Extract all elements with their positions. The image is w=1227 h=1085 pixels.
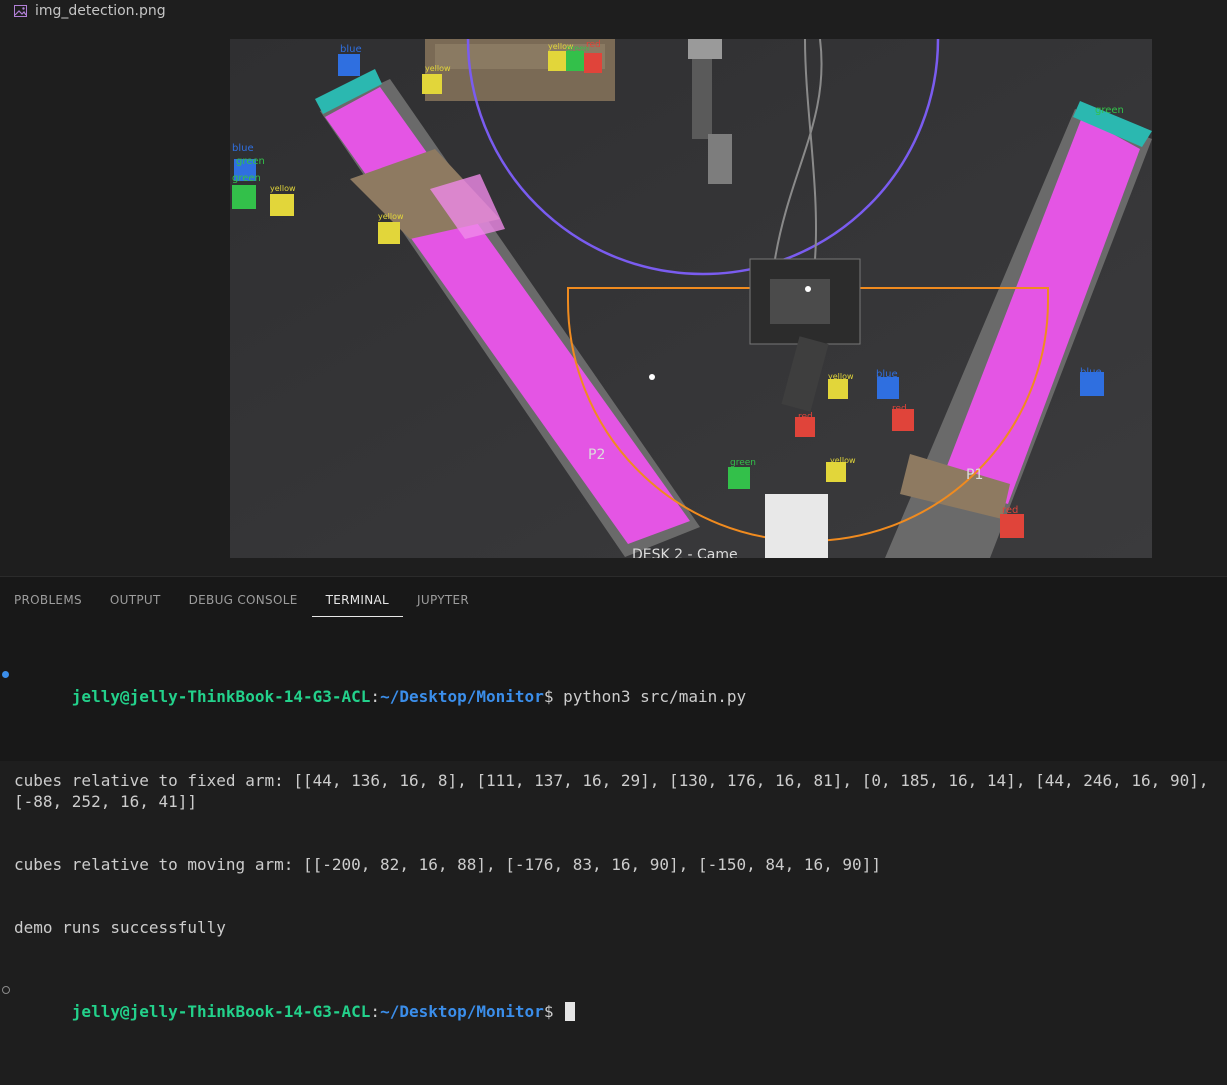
- camera-overlay-text: DESK 2 - Came: [632, 547, 738, 558]
- bottom-panel: PROBLEMS OUTPUT DEBUG CONSOLE TERMINAL J…: [0, 576, 1227, 1021]
- cube-label: green: [1095, 105, 1124, 116]
- image-tab[interactable]: img_detection.png: [14, 2, 166, 20]
- fixed-arm-base: [688, 39, 722, 59]
- prompt-separator: :: [370, 1002, 381, 1021]
- paper-sheet: [765, 494, 828, 558]
- prompt-end: $: [543, 1002, 564, 1021]
- cube: [1000, 514, 1024, 538]
- cube: [728, 467, 750, 489]
- prompt-user: jelly@jelly-ThinkBook-14-G3-ACL: [71, 687, 371, 706]
- cube-label: green: [730, 458, 756, 468]
- cube-label: green: [232, 173, 261, 184]
- cube: [422, 74, 442, 94]
- image-file-icon: [14, 5, 27, 17]
- terminal-cursor: [565, 1002, 576, 1021]
- prompt-end: $: [543, 687, 564, 706]
- cube: [566, 51, 584, 71]
- cube: [338, 54, 360, 76]
- terminal[interactable]: jelly@jelly-ThinkBook-14-G3-ACL:~/Deskto…: [2, 623, 1219, 1085]
- prompt-separator: :: [370, 687, 381, 706]
- cube-label: yellow: [425, 64, 451, 73]
- detection-image: blue yellow yellow green red blue green …: [230, 39, 1152, 558]
- cube-label: blue: [1080, 367, 1102, 378]
- cube: [548, 51, 566, 71]
- command-success-icon[interactable]: [2, 671, 9, 678]
- terminal-output-line: cubes relative to fixed arm: [[44, 136, …: [14, 771, 1219, 811]
- conveyor-label-p2: P2: [588, 447, 605, 463]
- cube: [378, 222, 400, 244]
- cube: [828, 379, 848, 399]
- tab-problems[interactable]: PROBLEMS: [0, 587, 96, 617]
- cube: [826, 462, 846, 482]
- prompt-path: ~/Desktop/Monitor: [380, 1002, 544, 1021]
- conveyor-label-p1: P1: [966, 467, 983, 483]
- cube-label: red: [892, 404, 907, 414]
- cube-label: blue: [340, 44, 362, 55]
- cube-label: red: [586, 40, 601, 50]
- cube-label: red: [1002, 505, 1018, 516]
- cube-label: yellow: [270, 184, 296, 193]
- command-text: python3 src/main.py: [563, 687, 747, 706]
- image-tab-title: img_detection.png: [35, 3, 166, 19]
- cube-label: yellow: [378, 212, 404, 221]
- cube-label: blue: [876, 369, 898, 380]
- cube-label: blue: [232, 143, 254, 154]
- terminal-output-line: demo runs successfully: [14, 918, 226, 937]
- tab-debug-console[interactable]: DEBUG CONSOLE: [175, 587, 312, 617]
- prompt-path: ~/Desktop/Monitor: [380, 687, 544, 706]
- cube: [877, 377, 899, 399]
- terminal-output-line: cubes relative to moving arm: [[-200, 82…: [14, 855, 881, 874]
- prompt-user: jelly@jelly-ThinkBook-14-G3-ACL: [71, 1002, 371, 1021]
- cube-label: yellow: [830, 456, 856, 465]
- cube-label: green: [236, 156, 265, 167]
- reference-point: [649, 374, 655, 380]
- cube: [584, 53, 602, 73]
- panel-tab-bar: PROBLEMS OUTPUT DEBUG CONSOLE TERMINAL J…: [0, 587, 1227, 617]
- tab-terminal[interactable]: TERMINAL: [311, 587, 404, 617]
- cube: [270, 194, 294, 216]
- camera-frame: blue yellow yellow green red blue green …: [230, 39, 1152, 558]
- cube: [232, 185, 256, 209]
- terminal-command-line: jelly@jelly-ThinkBook-14-G3-ACL:~/Deskto…: [2, 665, 1219, 728]
- cube-label: red: [798, 412, 813, 422]
- terminal-prompt-line: jelly@jelly-ThinkBook-14-G3-ACL:~/Deskto…: [2, 980, 1219, 1043]
- tab-jupyter[interactable]: JUPYTER: [403, 587, 483, 617]
- command-pending-icon[interactable]: [2, 986, 10, 994]
- cube-label: yellow: [828, 372, 854, 381]
- tab-output[interactable]: OUTPUT: [96, 587, 175, 617]
- editor-tab-bar: img_detection.png: [0, 0, 1227, 26]
